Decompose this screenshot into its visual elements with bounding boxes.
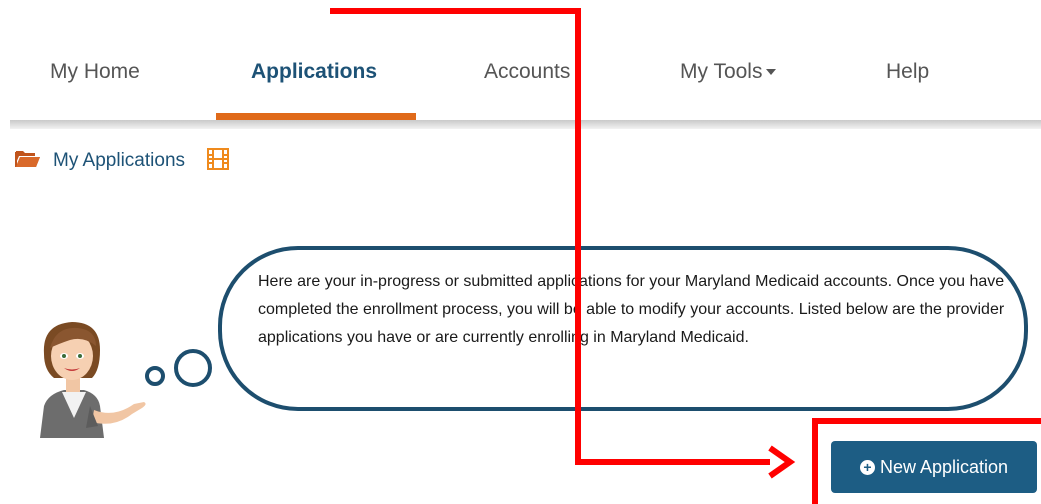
nav-accounts-label: Accounts — [484, 60, 571, 83]
folder-open-icon — [14, 149, 41, 174]
nav-my-tools-label: My Tools — [680, 60, 763, 83]
active-tab-indicator — [216, 113, 416, 120]
info-bubble: Here are your in-progress or submitted a… — [218, 246, 1028, 411]
thought-dot-large — [174, 349, 212, 387]
nav-my-home-label: My Home — [50, 60, 140, 83]
new-application-label: New Application — [879, 456, 1009, 477]
caret-down-icon — [766, 69, 777, 76]
breadcrumb-label[interactable]: My Applications — [53, 150, 185, 172]
nav-my-home[interactable]: My Home — [50, 60, 140, 84]
film-icon[interactable] — [207, 147, 230, 175]
nav-applications[interactable]: Applications — [251, 60, 377, 84]
nav-divider — [10, 120, 1041, 129]
nav-accounts[interactable]: Accounts — [484, 60, 570, 84]
top-nav: My Home Applications Accounts My Tools H… — [0, 0, 1041, 120]
annotation-arrowhead — [768, 445, 796, 479]
thought-dot-small — [145, 366, 165, 386]
nav-help-label: Help — [886, 60, 930, 83]
assistant-avatar — [34, 318, 154, 438]
info-bubble-text: Here are your in-progress or submitted a… — [258, 273, 1005, 346]
nav-my-tools[interactable]: My Tools — [680, 60, 777, 84]
page: My Home Applications Accounts My Tools H… — [0, 0, 1041, 504]
new-application-button[interactable]: + New Application — [831, 441, 1037, 493]
plus-circle-icon: + — [859, 459, 875, 475]
breadcrumb: My Applications — [14, 147, 230, 175]
nav-applications-label: Applications — [251, 60, 378, 83]
nav-help[interactable]: Help — [886, 60, 929, 84]
